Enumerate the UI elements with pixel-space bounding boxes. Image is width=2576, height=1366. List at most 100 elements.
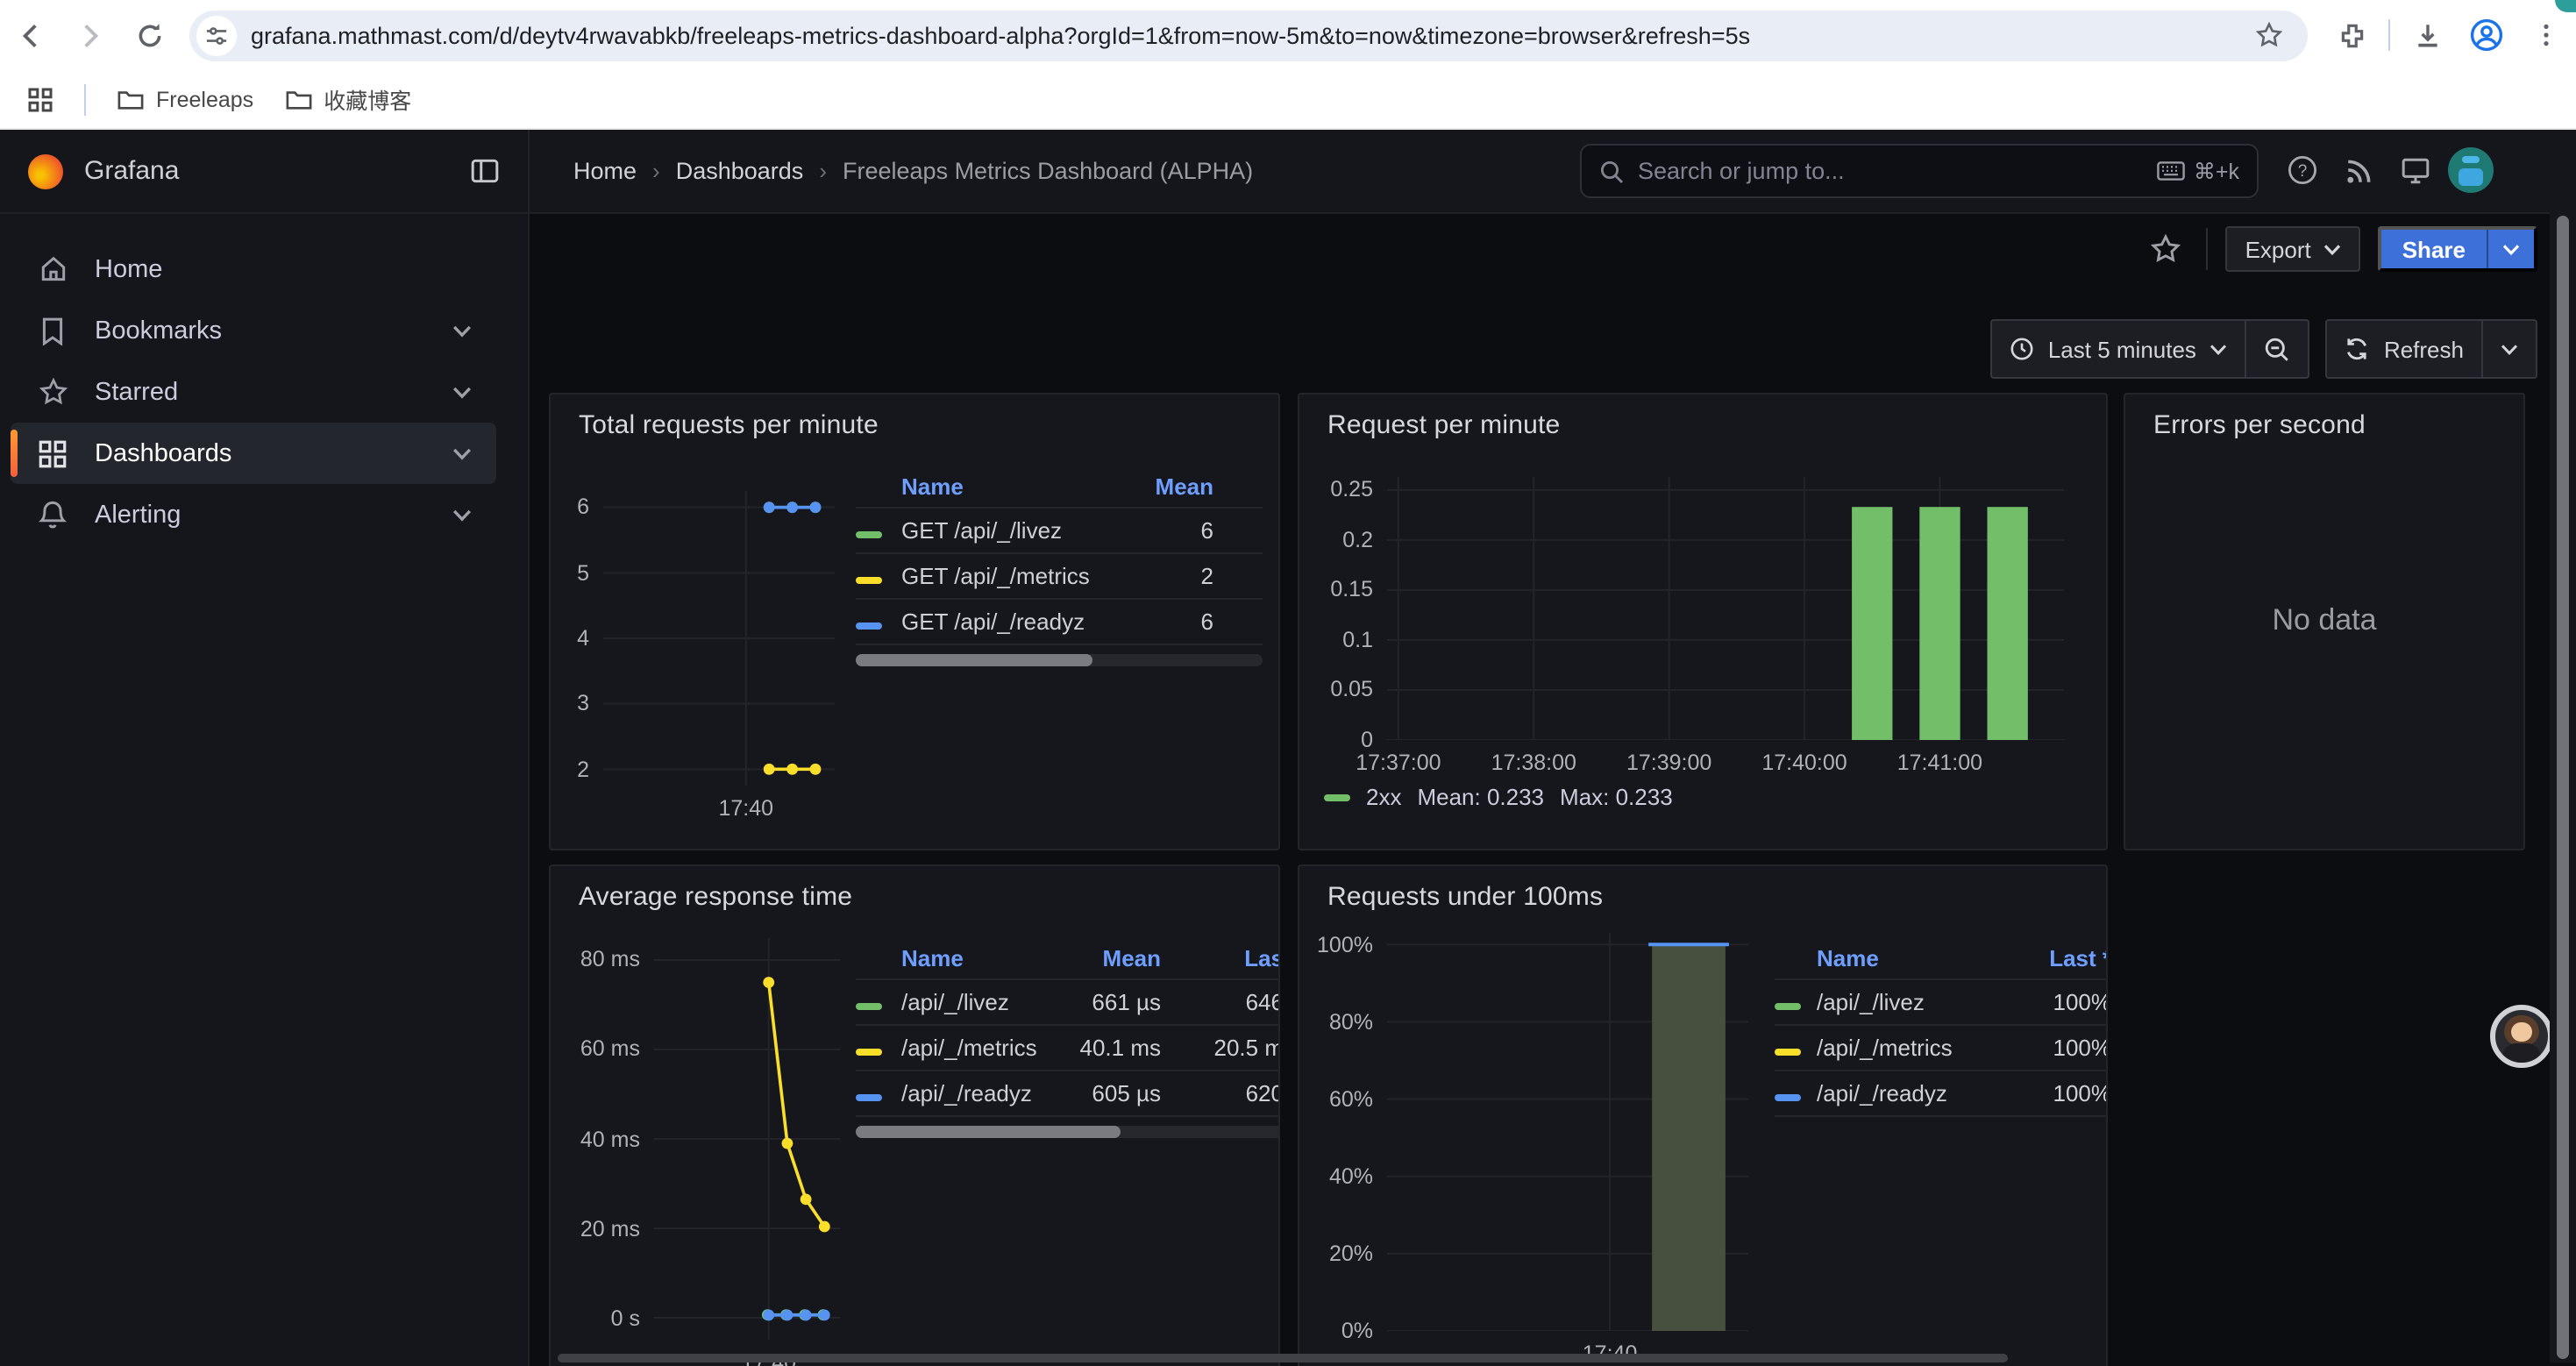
star-icon	[35, 377, 70, 407]
bookmark-folder-blogs[interactable]: 收藏博客	[285, 82, 411, 116]
scrollbar-thumb[interactable]	[2557, 216, 2569, 1359]
apps-grid-icon[interactable]	[18, 69, 63, 129]
legend-scrollbar[interactable]	[856, 1126, 1280, 1138]
table-row[interactable]: /api/_/metrics100%	[1775, 1026, 2108, 1071]
y-axis-tick: 100%	[1298, 932, 1373, 957]
table-row[interactable]: /api/_/readyz100%	[1775, 1071, 2108, 1117]
bookmark-icon	[35, 317, 70, 345]
panel-title: Errors per second	[2153, 410, 2366, 440]
monitor-icon[interactable]	[2392, 147, 2437, 193]
y-axis-tick: 6	[549, 495, 589, 520]
reload-icon[interactable]	[119, 5, 179, 65]
series-name[interactable]: /api/_/livez	[901, 989, 1052, 1015]
column-header[interactable]: Name	[1817, 944, 2017, 971]
forward-icon[interactable]	[60, 5, 119, 65]
user-avatar[interactable]	[2448, 147, 2494, 193]
sidebar-item-home[interactable]: Home	[11, 238, 496, 300]
table-row[interactable]: GET /api/_/metrics2	[856, 554, 1263, 600]
folder-icon	[285, 88, 311, 110]
search-placeholder: Search or jump to...	[1638, 158, 2143, 184]
menu-dots-icon[interactable]	[2516, 5, 2576, 65]
series-name[interactable]: /api/_/readyz	[901, 1080, 1052, 1106]
url-text[interactable]: grafana.mathmast.com/d/deytv4rwavabkb/fr…	[251, 22, 2248, 48]
dashboard-actions: Export Share	[2144, 226, 2537, 272]
y-axis-tick: 60 ms	[559, 1037, 640, 1062]
legend-table: NameLast */api/_/livez100%/api/_/metrics…	[1752, 936, 2108, 1117]
series-value: 40.1 ms	[1052, 1035, 1161, 1061]
refresh-interval-chevron[interactable]	[2481, 321, 2536, 377]
table-row[interactable]: /api/_/livez661 µs646	[856, 980, 1280, 1026]
series-name[interactable]: /api/_/metrics	[901, 1035, 1052, 1061]
bookmark-folder-freeleaps[interactable]: Freeleaps	[117, 87, 253, 111]
help-icon[interactable]: ?	[2280, 147, 2325, 193]
table-row[interactable]: GET /api/_/readyz6	[856, 600, 1263, 645]
share-menu-chevron[interactable]	[2487, 230, 2534, 268]
panel-total-requests-per-minute[interactable]: Total requests per minute 6543217:40 Nam…	[549, 393, 1280, 850]
page-scrollbar[interactable]	[2550, 210, 2576, 1362]
no-data-message: No data	[2125, 603, 2523, 638]
horizontal-scrollbar[interactable]	[558, 1354, 2008, 1362]
y-axis-tick: 2	[549, 757, 589, 781]
series-name[interactable]: GET /api/_/readyz	[901, 608, 1115, 635]
column-header[interactable]: Name	[901, 473, 1115, 499]
tune-icon[interactable]	[196, 15, 237, 55]
refresh-button[interactable]: Refresh	[2328, 321, 2481, 377]
extensions-icon[interactable]	[2322, 5, 2381, 65]
sidebar-item-label: Starred	[95, 378, 178, 406]
column-header[interactable]: Las	[1161, 944, 1280, 971]
legend-scrollbar[interactable]	[856, 654, 1263, 666]
table-row[interactable]: GET /api/_/livez6	[856, 509, 1263, 554]
y-axis-tick: 0.25	[1298, 478, 1373, 502]
series-value: 620	[1161, 1080, 1280, 1106]
series-name[interactable]: /api/_/livez	[1817, 989, 2017, 1015]
brand-area: Grafana	[0, 130, 530, 212]
bookmark-star-icon[interactable]	[2248, 5, 2290, 65]
column-header[interactable]: Name	[901, 944, 1052, 971]
time-range-picker[interactable]: Last 5 minutes	[1992, 321, 2245, 377]
sidebar-item-starred[interactable]: Starred	[11, 361, 496, 423]
zoom-out-button[interactable]	[2245, 321, 2309, 377]
table-row[interactable]: /api/_/readyz605 µs620	[856, 1071, 1280, 1117]
x-axis-tick: 17:38:00	[1470, 751, 1597, 775]
panel-average-response-time[interactable]: Average response time 80 ms60 ms40 ms20 …	[549, 864, 1280, 1366]
panel-errors-per-second[interactable]: Errors per second No data	[2124, 393, 2525, 850]
bookmark-folder-label: 收藏博客	[324, 82, 411, 116]
url-bar[interactable]: grafana.mathmast.com/d/deytv4rwavabkb/fr…	[189, 10, 2308, 60]
breadcrumb-dashboards[interactable]: Dashboards	[676, 158, 804, 184]
back-icon[interactable]	[0, 5, 60, 65]
sidebar-item-alerting[interactable]: Alerting	[11, 484, 496, 545]
y-axis-tick: 0.15	[1298, 578, 1373, 602]
chart-requests-under-100ms: 100%80%60%40%20%0%17:40	[1387, 933, 1748, 1331]
search-input[interactable]: Search or jump to... ⌘+k	[1580, 144, 2259, 198]
profile-icon[interactable]	[2457, 5, 2516, 65]
panel-request-per-minute[interactable]: Request per minute 0.250.20.150.10.05017…	[1298, 393, 2108, 850]
series-name[interactable]: /api/_/readyz	[1817, 1080, 2017, 1106]
series-name[interactable]: 2xx	[1366, 784, 1401, 810]
series-swatch	[1775, 1094, 1801, 1101]
share-button[interactable]: Share	[2378, 226, 2537, 272]
sidebar-item-dashboards[interactable]: Dashboards	[11, 423, 496, 484]
assistant-avatar[interactable]	[2490, 1005, 2553, 1068]
table-row[interactable]: /api/_/metrics40.1 ms20.5 m	[856, 1026, 1280, 1071]
sidebar-nav: HomeBookmarks Starred DashboardsAlerting	[0, 214, 530, 1366]
sidebar-item-bookmarks[interactable]: Bookmarks	[11, 300, 496, 361]
content: HomeBookmarks Starred DashboardsAlerting E…	[0, 214, 2576, 1366]
rss-icon[interactable]	[2336, 147, 2381, 193]
grafana-logo[interactable]	[28, 153, 63, 189]
export-button[interactable]: Export	[2226, 226, 2360, 272]
table-row[interactable]: /api/_/livez100%	[1775, 980, 2108, 1026]
favorite-star-icon[interactable]	[2144, 226, 2189, 272]
breadcrumb-home[interactable]: Home	[573, 158, 637, 184]
column-header[interactable]: Last *	[2017, 944, 2108, 971]
download-icon[interactable]	[2397, 5, 2457, 65]
y-axis-tick: 60%	[1298, 1087, 1373, 1112]
series-name[interactable]: GET /api/_/livez	[901, 517, 1115, 544]
y-axis-tick: 4	[549, 626, 589, 651]
series-name[interactable]: /api/_/metrics	[1817, 1035, 2017, 1061]
series-name[interactable]: GET /api/_/metrics	[901, 563, 1115, 589]
sidebar-toggle-icon[interactable]	[461, 148, 507, 194]
x-axis-tick: 17:37:00	[1335, 751, 1462, 775]
panel-requests-under-100ms[interactable]: Requests under 100ms 100%80%60%40%20%0%1…	[1298, 864, 2108, 1366]
column-header[interactable]: Mean	[1115, 473, 1263, 499]
column-header[interactable]: Mean	[1052, 944, 1161, 971]
